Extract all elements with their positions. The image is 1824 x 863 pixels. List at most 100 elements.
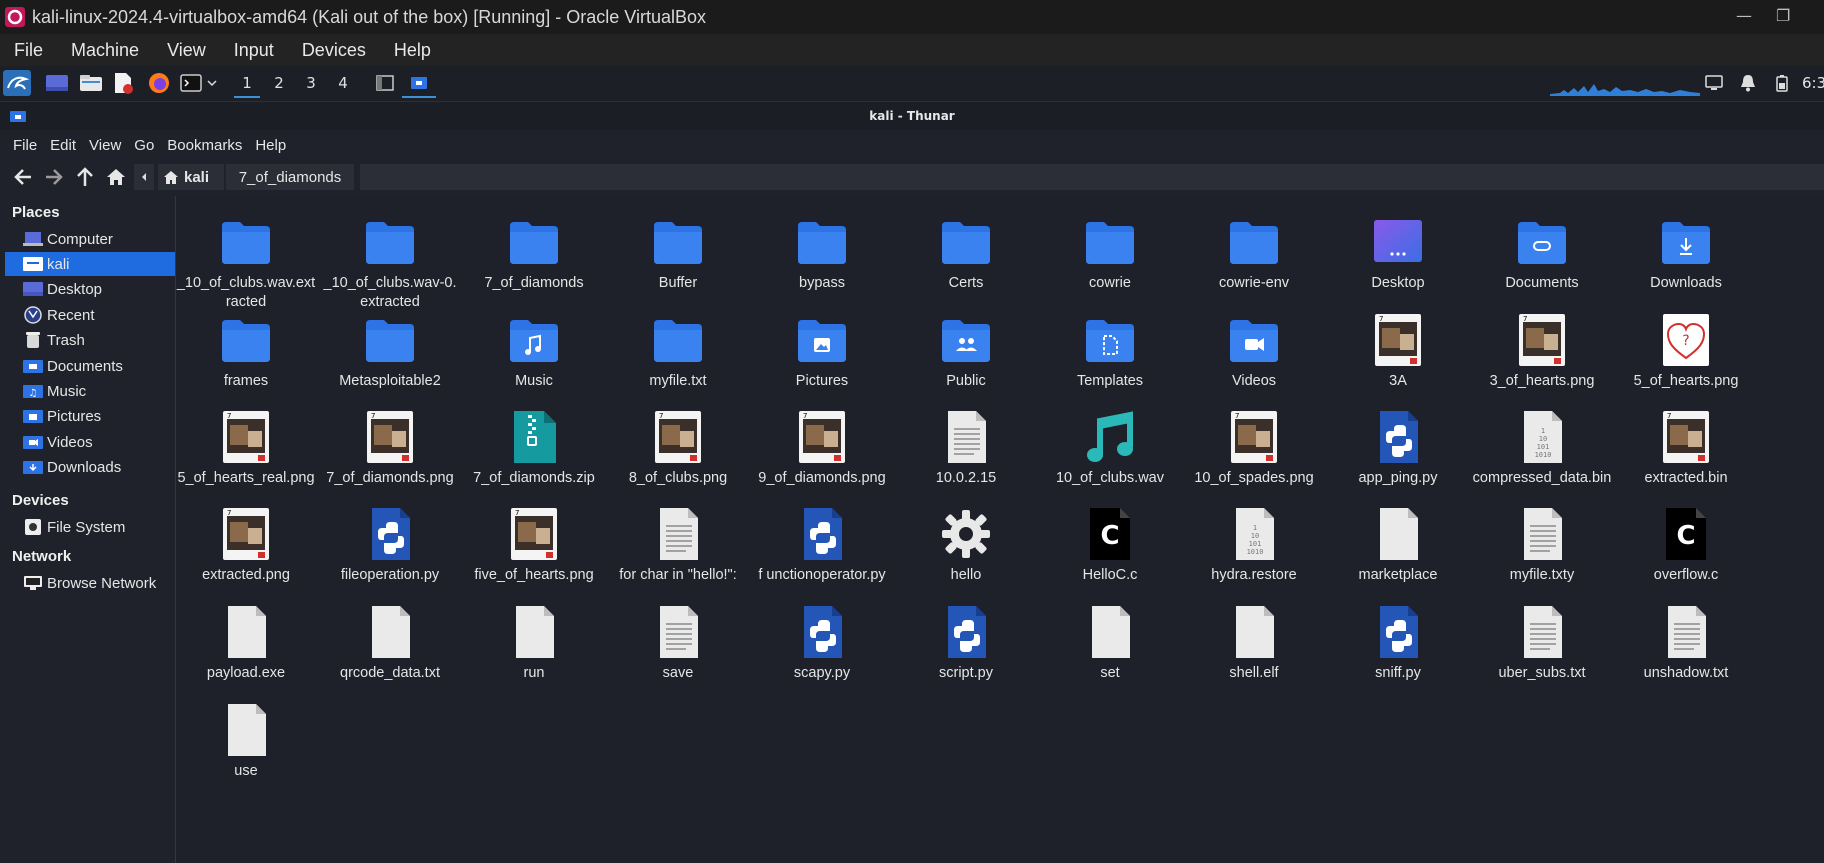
file-item[interactable]: f unctionoperator.py [752, 502, 892, 592]
file-item[interactable]: Buffer [608, 210, 748, 300]
notification-bell-icon[interactable] [1736, 70, 1760, 96]
workspace-2[interactable]: 2 [266, 70, 292, 96]
file-item[interactable]: unshadow.txt [1616, 600, 1756, 690]
sidebar-item-documents[interactable]: Documents [5, 354, 175, 378]
file-item[interactable]: 10_of_clubs.wav [1040, 405, 1180, 495]
file-item[interactable]: set [1040, 600, 1180, 690]
thunar-menu-help[interactable]: Help [250, 137, 294, 154]
file-item[interactable]: 7 5_of_hearts_real.png [176, 405, 316, 495]
sidebar-item-recent[interactable]: Recent [5, 303, 175, 327]
file-item[interactable]: run [464, 600, 604, 690]
vb-menu-input[interactable]: Input [220, 40, 288, 61]
taskbar-thunar-window[interactable] [402, 70, 436, 98]
thunar-menu-bookmarks[interactable]: Bookmarks [162, 137, 250, 154]
thunar-menu-edit[interactable]: Edit [45, 137, 84, 154]
file-item[interactable]: 7 10_of_spades.png [1184, 405, 1324, 495]
file-item[interactable]: Certs [896, 210, 1036, 300]
file-item[interactable]: 7_of_diamonds [464, 210, 604, 300]
file-item[interactable]: 7 9_of_diamonds.png [752, 405, 892, 495]
file-item[interactable]: Videos [1184, 308, 1324, 398]
file-item[interactable]: Downloads [1616, 210, 1756, 300]
display-icon[interactable] [1702, 70, 1726, 96]
sidebar-item-trash[interactable]: Trash [5, 328, 175, 352]
up-button[interactable] [73, 166, 97, 188]
thunar-menu-view[interactable]: View [84, 137, 129, 154]
back-button[interactable] [11, 166, 35, 188]
file-item[interactable]: _10_of_clubs.wav-0.extracted [320, 210, 460, 310]
file-item[interactable]: cowrie [1040, 210, 1180, 300]
battery-icon[interactable] [1770, 70, 1794, 96]
file-item[interactable]: fileoperation.py [320, 502, 460, 592]
home-button[interactable] [104, 166, 128, 188]
maximize-button[interactable]: ❐ [1776, 6, 1790, 25]
file-item[interactable]: uber_subs.txt [1472, 600, 1612, 690]
file-item[interactable]: hello [896, 502, 1036, 592]
forward-button[interactable] [42, 166, 66, 188]
file-item[interactable]: 1 10 101 1010 compressed_data.bin [1472, 405, 1612, 495]
sidebar-item-downloads[interactable]: Downloads [5, 455, 175, 479]
sidebar-item-music[interactable]: ♫ Music [5, 379, 175, 403]
sidebar-item-videos[interactable]: Videos [5, 430, 175, 454]
vb-menu-file[interactable]: File [0, 40, 57, 61]
breadcrumb-home-kali[interactable]: kali [158, 164, 224, 190]
file-item[interactable]: 7 five_of_hearts.png [464, 502, 604, 592]
minimize-button[interactable]: — [1736, 6, 1752, 25]
window-list-icon[interactable] [374, 70, 396, 96]
file-item[interactable]: sniff.py [1328, 600, 1468, 690]
text-editor-icon[interactable] [110, 70, 136, 96]
file-item[interactable]: 7 8_of_clubs.png [608, 405, 748, 495]
workspace-3[interactable]: 3 [298, 70, 324, 96]
workspace-4[interactable]: 4 [330, 70, 356, 96]
vb-menu-devices[interactable]: Devices [288, 40, 380, 61]
panel-clock[interactable]: 6:3 [1802, 70, 1824, 96]
file-item[interactable]: Desktop [1328, 210, 1468, 300]
sidebar-item-computer[interactable]: Computer [5, 227, 175, 251]
file-item[interactable]: Metasploitable2 [320, 308, 460, 398]
breadcrumb-scroll-left[interactable] [134, 164, 154, 190]
breadcrumb-current-folder[interactable]: 7_of_diamonds [226, 164, 354, 190]
file-item[interactable]: myfile.txt [608, 308, 748, 398]
file-item[interactable]: C HelloC.c [1040, 502, 1180, 592]
vb-menu-help[interactable]: Help [380, 40, 445, 61]
file-item[interactable]: Public [896, 308, 1036, 398]
workspace-1[interactable]: 1 [234, 70, 260, 98]
file-item[interactable]: frames [176, 308, 316, 398]
vb-menu-view[interactable]: View [153, 40, 220, 61]
show-desktop-icon[interactable] [44, 70, 70, 96]
file-item[interactable]: Templates [1040, 308, 1180, 398]
firefox-icon[interactable] [146, 70, 172, 96]
sidebar-item-kali[interactable]: kali [5, 252, 175, 276]
kali-menu-button[interactable] [2, 70, 32, 96]
file-item[interactable]: payload.exe [176, 600, 316, 690]
file-item[interactable]: shell.elf [1184, 600, 1324, 690]
terminal-icon[interactable] [178, 70, 204, 96]
file-item[interactable]: scapy.py [752, 600, 892, 690]
file-manager-icon[interactable] [78, 70, 104, 96]
chevron-down-icon[interactable] [204, 70, 220, 96]
file-item[interactable]: use [176, 698, 316, 788]
thunar-menu-go[interactable]: Go [129, 137, 162, 154]
file-view[interactable]: _10_of_clubs.wav.extracted _10_of_clubs.w… [176, 196, 1824, 863]
file-item[interactable]: for char in "hello!": [608, 502, 748, 592]
file-item[interactable]: 7 3A [1328, 308, 1468, 398]
file-item[interactable]: ? 5_of_hearts.png [1616, 308, 1756, 398]
file-item[interactable]: cowrie-env [1184, 210, 1324, 300]
file-item[interactable]: Music [464, 308, 604, 398]
vb-menu-machine[interactable]: Machine [57, 40, 153, 61]
file-item[interactable]: 7 3_of_hearts.png [1472, 308, 1612, 398]
file-item[interactable]: marketplace [1328, 502, 1468, 592]
file-item[interactable]: app_ping.py [1328, 405, 1468, 495]
file-item[interactable]: save [608, 600, 748, 690]
file-item[interactable]: Documents [1472, 210, 1612, 300]
sidebar-item-file-system[interactable]: File System [5, 515, 175, 539]
file-item[interactable]: _10_of_clubs.wav.extracted [176, 210, 316, 310]
file-item[interactable]: 7 extracted.bin [1616, 405, 1756, 495]
file-item[interactable]: 7 extracted.png [176, 502, 316, 592]
sidebar-item-browse-network[interactable]: Browse Network [5, 571, 175, 595]
file-item[interactable]: 7_of_diamonds.zip [464, 405, 604, 495]
location-bar-empty-area[interactable] [360, 164, 1824, 190]
file-item[interactable]: myfile.txty [1472, 502, 1612, 592]
file-item[interactable]: 10.0.2.15 [896, 405, 1036, 495]
file-item[interactable]: Coverflow.c [1616, 502, 1756, 592]
file-item[interactable]: 7 7_of_diamonds.png [320, 405, 460, 495]
